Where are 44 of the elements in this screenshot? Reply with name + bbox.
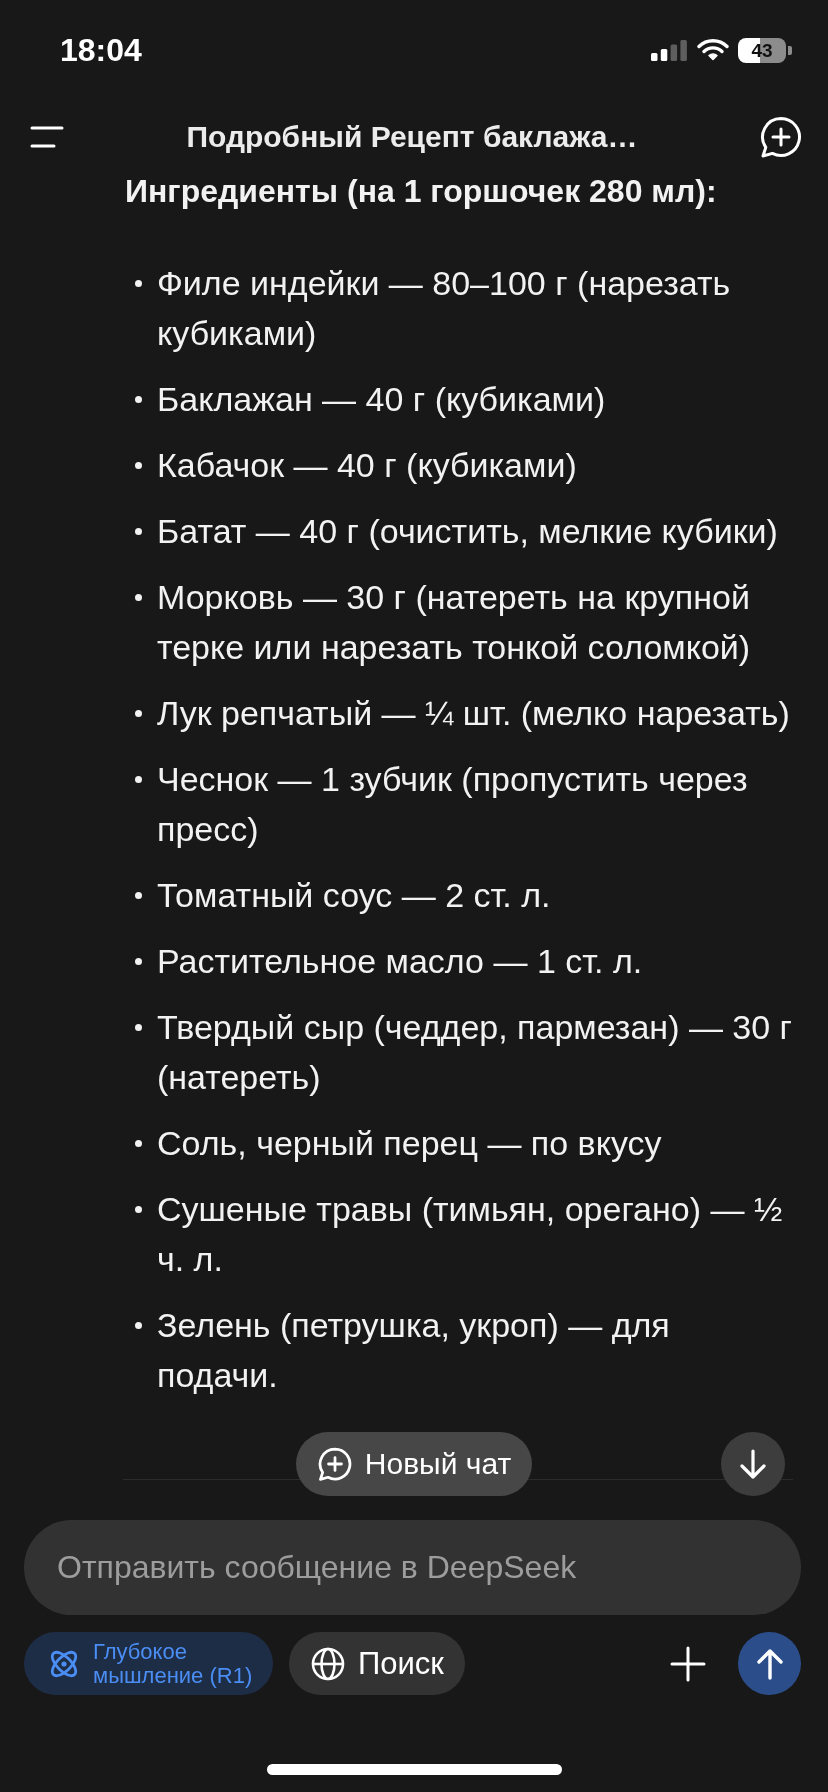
chat-title: Подробный Рецепт баклажа…: [185, 119, 639, 155]
bullet-icon: [135, 957, 142, 965]
menu-button[interactable]: [30, 126, 64, 148]
ingredient-text: Морковь — 30 г (натереть на крупной терке или нарезать тонкой соломкой): [157, 577, 752, 668]
search-toggle[interactable]: Поиск: [289, 1632, 465, 1695]
ingredient-text: Соль, черный перец — по вкусу: [157, 1123, 663, 1164]
ingredient-text: Чеснок — 1 зубчик (пропустить через пресс): [157, 759, 749, 850]
bullet-icon: [135, 395, 142, 403]
ingredient-text: Кабачок — 40 г (кубиками): [157, 445, 578, 486]
ingredient-text: Баклажан — 40 г (кубиками): [157, 379, 607, 420]
bullet-icon: [135, 527, 142, 535]
ingredient-text: Твердый сыр (чеддер, пармезан) — 30 г (натереть): [157, 1007, 793, 1098]
bullet-icon: [135, 1321, 142, 1329]
ingredient-text: Филе индейки — 80–100 г (нарезать кубиками): [157, 263, 732, 354]
ingredient-text: Сушеные травы (тимьян, орегано) — ½ ч. л.: [157, 1189, 784, 1280]
deep-think-toggle[interactable]: Глубокое мышление (R1): [24, 1632, 273, 1695]
wifi-icon: [697, 39, 729, 61]
plus-icon: [670, 1645, 706, 1682]
ingredient-text: Зелень (петрушка, укроп) — для подачи.: [157, 1305, 671, 1396]
ingredient-text: Растительное масло — 1 ст. л.: [157, 941, 644, 982]
message-input[interactable]: Отправить сообщение в DeepSeek: [24, 1520, 801, 1615]
section-heading: Ингредиенты (на 1 горшочек 280 мл):: [125, 174, 718, 208]
ingredient-text: Томатный соус — 2 ст. л.: [157, 875, 552, 916]
arrow-down-icon: [739, 1449, 767, 1479]
chat-plus-icon: [317, 1447, 352, 1481]
globe-icon: [311, 1646, 345, 1681]
bullet-icon: [135, 279, 142, 287]
bullet-icon: [135, 709, 142, 717]
bullet-icon: [135, 461, 142, 469]
bullet-icon: [135, 891, 142, 899]
bullet-icon: [135, 1205, 142, 1213]
arrow-up-icon: [755, 1647, 784, 1680]
menu-icon: [30, 126, 64, 148]
bullet-icon: [135, 1139, 142, 1147]
new-chat-pill-button[interactable]: Новый чат: [295, 1432, 533, 1496]
ingredient-text: Батат — 40 г (очистить, мелкие кубики): [157, 511, 779, 552]
status-time: 18:04: [60, 34, 142, 66]
bullet-icon: [135, 593, 142, 601]
chat-plus-icon: [760, 116, 802, 158]
ingredient-text: Лук репчатый — ¼ шт. (мелко нарезать): [157, 693, 791, 734]
bullet-icon: [135, 1023, 142, 1031]
signal-icon: [651, 39, 687, 61]
new-chat-button[interactable]: [760, 116, 802, 158]
bullet-icon: [135, 775, 142, 783]
